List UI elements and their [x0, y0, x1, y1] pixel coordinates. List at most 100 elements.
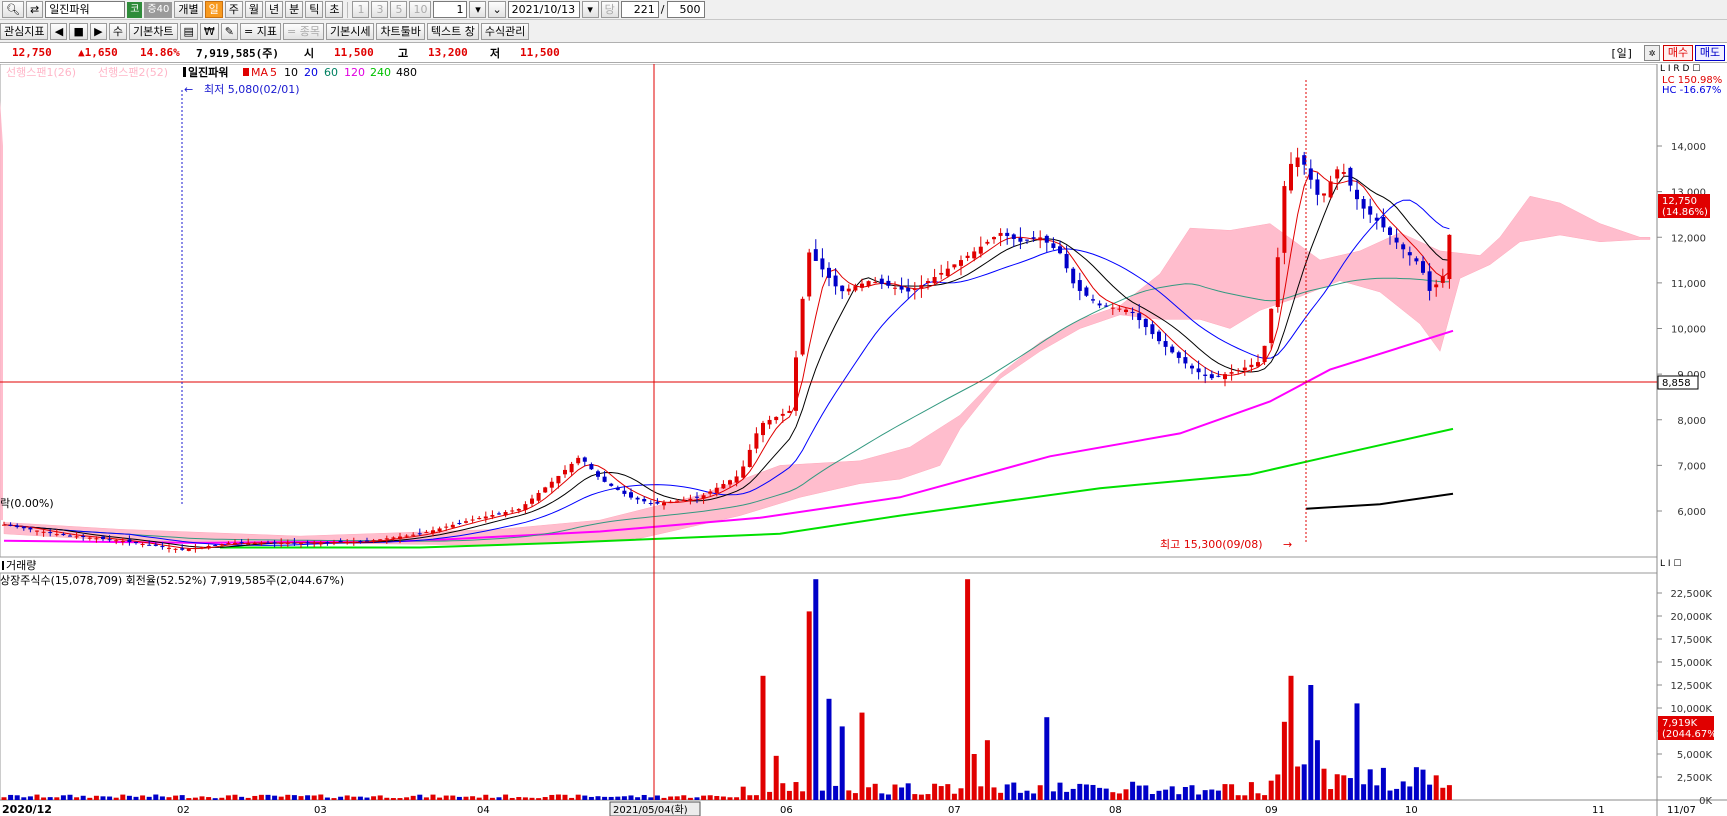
volume-bar — [21, 797, 27, 800]
volume-bar — [100, 796, 106, 800]
candle-body — [807, 252, 812, 297]
swap-icon[interactable]: ⇄ — [25, 1, 44, 18]
candle-body — [846, 288, 851, 292]
volume-bar — [859, 712, 865, 800]
nav-right-button[interactable]: ▶ — [89, 22, 107, 40]
candle-body — [1163, 341, 1168, 347]
volume-bar — [1011, 782, 1017, 800]
volume-bar — [1446, 785, 1452, 800]
formula-management-button[interactable]: 수식관리 — [480, 22, 530, 40]
modify-button[interactable]: 수 — [108, 22, 128, 40]
volume-bar — [1281, 721, 1287, 800]
search-icon[interactable]: 🔍︎ — [2, 1, 24, 18]
period-number-10[interactable]: 10 — [409, 1, 432, 18]
volume-bar — [549, 794, 555, 800]
candle-body — [1394, 237, 1399, 243]
basic-quote-button[interactable]: 기본시세 — [325, 22, 375, 40]
period-month[interactable]: 월 — [244, 1, 263, 18]
candle-body — [959, 260, 963, 266]
volume-bar — [885, 794, 891, 800]
chart-toolbar-button[interactable]: 차트툴바 — [376, 22, 425, 40]
volume-bar — [357, 796, 363, 800]
candle-body — [1434, 284, 1439, 288]
candle-body — [140, 543, 145, 545]
candle-body — [1058, 246, 1062, 254]
price-change-pct: 14.86% — [140, 46, 180, 59]
volume-bar — [1209, 789, 1215, 800]
text-window-button[interactable]: 텍스트 창 — [426, 22, 479, 40]
count-total-input[interactable]: 500 — [666, 1, 705, 18]
scale-icons[interactable]: L I R D ☐ — [1660, 64, 1700, 74]
cursor-date: 2021/05/04(화) — [613, 804, 688, 816]
candle-body — [259, 542, 264, 544]
tool-icon[interactable]: ✎ — [220, 22, 239, 40]
period-number-3[interactable]: 3 — [371, 1, 389, 18]
volume-bar — [727, 797, 733, 800]
volume-bar — [1090, 784, 1096, 800]
stock-item-button[interactable]: = 종목 — [282, 22, 324, 40]
candle-body — [965, 255, 970, 258]
nav-stop-button[interactable]: ■ — [69, 22, 88, 40]
candle-body — [853, 286, 858, 291]
multiplier-dropdown-icon[interactable]: ▾ — [469, 1, 487, 18]
candle-body — [609, 483, 614, 486]
volume-bar — [1387, 790, 1393, 800]
stock-name-input[interactable]: 일진파워 — [45, 1, 126, 18]
candle-body — [470, 519, 475, 521]
volume-bar — [872, 783, 878, 800]
date-dropdown-icon[interactable]: ▾ — [581, 1, 599, 18]
volume-bar — [126, 795, 132, 800]
individual-button[interactable]: 개별 — [174, 1, 203, 18]
legend-ma240: 240 — [370, 66, 391, 79]
candle-body — [1117, 308, 1122, 310]
date-suffix-button[interactable]: 당 — [600, 1, 619, 18]
period-second[interactable]: 초 — [325, 1, 344, 18]
volume-bar — [133, 796, 139, 800]
candle-body — [490, 515, 495, 517]
copy-icon[interactable]: ▤ — [179, 22, 198, 40]
toolbar-divider — [347, 1, 349, 18]
sell-button[interactable]: 매도 — [1695, 45, 1725, 61]
volume-bar — [298, 796, 304, 800]
basic-chart-button[interactable]: 기본차트 — [129, 22, 178, 40]
volume-bar — [767, 791, 773, 800]
chart-area[interactable]: 14,00013,00012,00011,00010,0009,0008,000… — [0, 63, 1727, 816]
volume-y-label: 12,500K — [1670, 681, 1712, 692]
won-icon[interactable]: ₩ — [199, 22, 219, 40]
current-price-tag: 12,750 — [1662, 196, 1697, 207]
volume-bar — [1156, 790, 1162, 800]
settings-gear-icon[interactable]: ✲ — [1644, 45, 1660, 61]
chevron-down-icon[interactable]: ⌄ — [488, 1, 506, 18]
indicator-button[interactable]: = 지표 — [240, 22, 281, 40]
legend-ma10: 10 — [284, 66, 298, 79]
period-tick[interactable]: 틱 — [305, 1, 324, 18]
volume-bar — [318, 794, 324, 800]
period-week[interactable]: 주 — [224, 1, 243, 18]
period-number-5[interactable]: 5 — [390, 1, 408, 18]
stock-chart-svg[interactable]: 14,00013,00012,00011,00010,0009,0008,000… — [0, 63, 1727, 816]
volume-bar — [1242, 795, 1248, 800]
ma480-line — [1305, 492, 1454, 510]
buy-button[interactable]: 매수 — [1663, 45, 1693, 61]
candle-body — [266, 542, 270, 544]
interest-indicator-button[interactable]: 관심지표 — [0, 22, 49, 40]
candle-body — [1275, 257, 1280, 308]
period-year[interactable]: 년 — [264, 1, 284, 18]
candle-body — [464, 521, 468, 523]
date-input[interactable]: 2021/10/13 — [507, 1, 580, 18]
candle-body — [193, 547, 198, 549]
period-minute[interactable]: 분 — [285, 1, 304, 18]
period-day[interactable]: 일 — [204, 1, 223, 18]
volume-scale-icons[interactable]: L I ☐ — [1660, 559, 1681, 569]
candle-body — [1091, 299, 1095, 301]
nav-left-button[interactable]: ◀ — [50, 22, 68, 40]
candle-body — [1421, 261, 1425, 273]
candle-body — [820, 258, 825, 270]
volume-bar — [1420, 769, 1426, 800]
period-number-1[interactable]: 1 — [352, 1, 370, 18]
multiplier-input[interactable]: 1 — [433, 1, 468, 18]
volume-bar — [1229, 784, 1235, 800]
count-input[interactable]: 221 — [620, 1, 659, 18]
volume-marker — [2, 561, 4, 570]
volume-bar — [113, 797, 119, 800]
